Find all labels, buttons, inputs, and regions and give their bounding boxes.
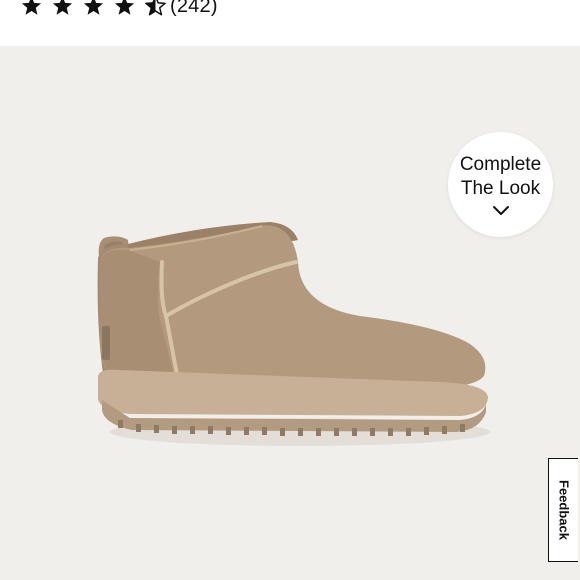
star-icon <box>114 0 135 15</box>
review-count[interactable]: (242) <box>170 0 218 21</box>
chevron-down-icon <box>492 205 509 215</box>
complete-look-line1: Complete <box>459 153 542 175</box>
star-icon <box>83 0 104 15</box>
star-rating[interactable] <box>20 0 175 22</box>
complete-the-look-button[interactable]: Complete The Look <box>448 132 553 237</box>
feedback-label: Feedback <box>556 480 571 540</box>
complete-look-line2: The Look <box>460 177 541 199</box>
feedback-tab[interactable]: Feedback <box>548 458 578 562</box>
star-half-icon <box>145 0 166 16</box>
star-icon <box>52 0 73 15</box>
star-icon <box>21 0 42 15</box>
rating-bar: (242) <box>0 0 580 46</box>
product-media: Complete The Look <box>0 46 580 580</box>
ankle-boot-image[interactable] <box>0 46 580 580</box>
